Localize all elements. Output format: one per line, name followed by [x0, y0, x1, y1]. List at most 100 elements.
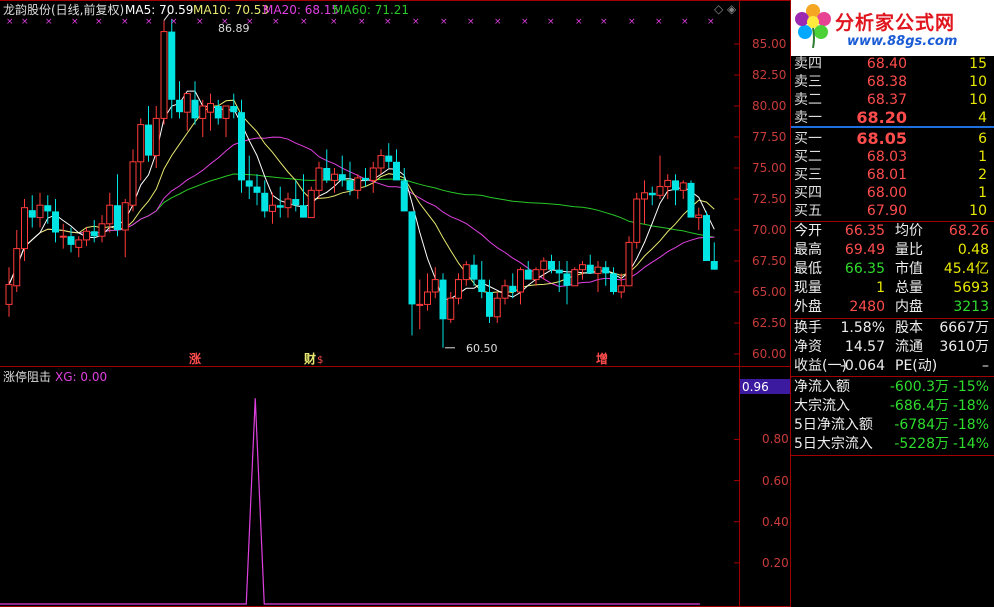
flow-label: 净流入额 — [794, 379, 850, 395]
event-mark-dollar[interactable]: $ — [317, 354, 323, 368]
candle-body-up — [183, 93, 191, 113]
flow-percent: -18% — [952, 417, 989, 433]
candle-body-down — [214, 106, 222, 119]
candle-body-up — [160, 31, 168, 119]
candle-body-up — [455, 279, 462, 299]
candle-body-up — [59, 235, 67, 238]
candle-body-down — [145, 124, 152, 156]
candle-body-down — [176, 99, 183, 113]
stat-label: 净资 — [794, 339, 822, 355]
candle-body-down — [114, 205, 121, 230]
indicator-current-value: 0.96 — [742, 380, 769, 394]
candle-body-up — [207, 103, 214, 113]
stat-value: 3610万 — [939, 339, 989, 355]
candle-body-up — [377, 155, 385, 169]
candle-body-up — [501, 285, 509, 299]
candle-body-down — [610, 273, 617, 292]
candle-body-up — [36, 204, 44, 219]
candle-body-up — [152, 117, 160, 157]
candle-body-down — [261, 192, 269, 212]
order-volume: 1 — [978, 185, 987, 201]
order-price: 68.00 — [866, 185, 907, 201]
candle-body-up — [571, 269, 579, 287]
order-volume: 10 — [969, 92, 987, 108]
sell-row[interactable]: 卖三 68.38 10 — [793, 73, 991, 91]
order-volume: 4 — [978, 110, 987, 126]
candle-body-down — [276, 205, 284, 208]
flow-value: -5228万 — [894, 436, 949, 452]
buy-row[interactable]: 买三 68.01 2 — [793, 166, 991, 184]
event-mark-cai[interactable]: 财 — [304, 352, 316, 366]
price-tick-label: 60.00 — [752, 347, 787, 361]
flow-label: 5日净流入额 — [794, 417, 873, 433]
candle-body-up — [424, 291, 431, 305]
sell-row[interactable]: 卖四 68.40 15 — [793, 55, 991, 73]
sell-row[interactable]: 卖二 68.37 10 — [793, 91, 991, 109]
stat-label: 外盘 — [794, 299, 822, 315]
buy-row[interactable]: 买四 68.00 1 — [793, 184, 991, 202]
signal-cross-mark: × — [272, 17, 280, 27]
candle-body-down — [52, 211, 59, 233]
candle-body-down — [300, 205, 307, 218]
candle-body-down — [168, 31, 176, 100]
candle-body-up — [284, 198, 292, 209]
candle-body-up — [137, 124, 145, 163]
candle-body-up — [315, 167, 323, 191]
candle-body-up — [121, 202, 129, 231]
order-price: 68.20 — [856, 108, 907, 127]
stat-label: 总量 — [895, 280, 923, 296]
stat-value: – — [982, 358, 989, 374]
candle-body-up — [13, 248, 21, 287]
event-mark-zeng[interactable]: 增 — [596, 352, 608, 366]
chart-diamond-icon[interactable]: ◇ — [714, 2, 723, 16]
price-tick-label: 75.00 — [752, 161, 787, 175]
ma20-label: MA20: 68.15 — [263, 3, 340, 17]
price-chart[interactable]: × × × × × × × × × × × × × × × × × × × × × × × × × × × × — [0, 0, 790, 607]
low-price-label: 60.50 — [466, 342, 498, 355]
order-volume: 1 — [978, 149, 987, 165]
candle-body-up — [106, 204, 114, 225]
candle-body-down — [408, 211, 416, 305]
order-volume: 10 — [969, 74, 987, 90]
buy-row[interactable]: 买五 67.90 10 — [793, 202, 991, 220]
order-price: 68.40 — [866, 56, 907, 72]
order-price: 68.38 — [866, 74, 907, 90]
chart-area[interactable]: × × × × × × × × × × × × × × × × × × × × × × × × × × × × 龙韵股份(日线,前复权… — [0, 0, 790, 607]
stat-label: 换手 — [794, 320, 822, 336]
signal-cross-mark: × — [6, 17, 14, 27]
candle-body-up — [633, 198, 641, 243]
logo-title: 分析家公式网 — [835, 12, 956, 34]
order-price: 68.01 — [866, 167, 907, 183]
flow-value: -686.4万 — [889, 398, 949, 414]
order-price: 68.03 — [866, 149, 907, 165]
signal-cross-mark: × — [547, 17, 555, 27]
candle-body-up — [656, 186, 664, 196]
candle-body-up — [222, 105, 230, 119]
buy-row[interactable]: 买二 68.03 1 — [793, 148, 991, 166]
candle-body-down — [28, 210, 36, 218]
candle-body-up — [83, 230, 90, 241]
signal-cross-mark: × — [412, 17, 420, 27]
signal-cross-mark: × — [384, 17, 392, 27]
candle-body-down — [44, 205, 52, 212]
signal-cross-mark: × — [170, 17, 178, 27]
event-mark-zhang[interactable]: 涨 — [189, 352, 201, 366]
candle-body-down — [586, 264, 594, 274]
buy-row[interactable]: 买一 68.05 6 — [793, 130, 991, 148]
candle-body-down — [253, 186, 261, 193]
candle-body-down — [238, 112, 245, 181]
flow-percent: -15% — [952, 379, 989, 395]
stat-value: 6667万 — [939, 320, 989, 336]
site-logo: 分析家公式网 www.88gs.com — [791, 0, 994, 56]
sell-row[interactable]: 卖一 68.20 4 — [793, 109, 991, 127]
order-price: 67.90 — [866, 203, 907, 219]
stat-value: 3213 — [953, 299, 989, 315]
candle-body-up — [641, 192, 648, 200]
chart-settings-icon[interactable]: ◈ — [727, 2, 736, 16]
ma10-line — [8, 99, 715, 294]
candle-body-down — [439, 279, 447, 320]
quote-panel: 分析家公式网 www.88gs.com 卖四 68.40 15 卖三 68.38 10 卖二… — [790, 0, 994, 607]
stat-label: 市值 — [895, 261, 923, 277]
candle-body-down — [346, 180, 354, 191]
candle-body-up — [199, 105, 207, 119]
